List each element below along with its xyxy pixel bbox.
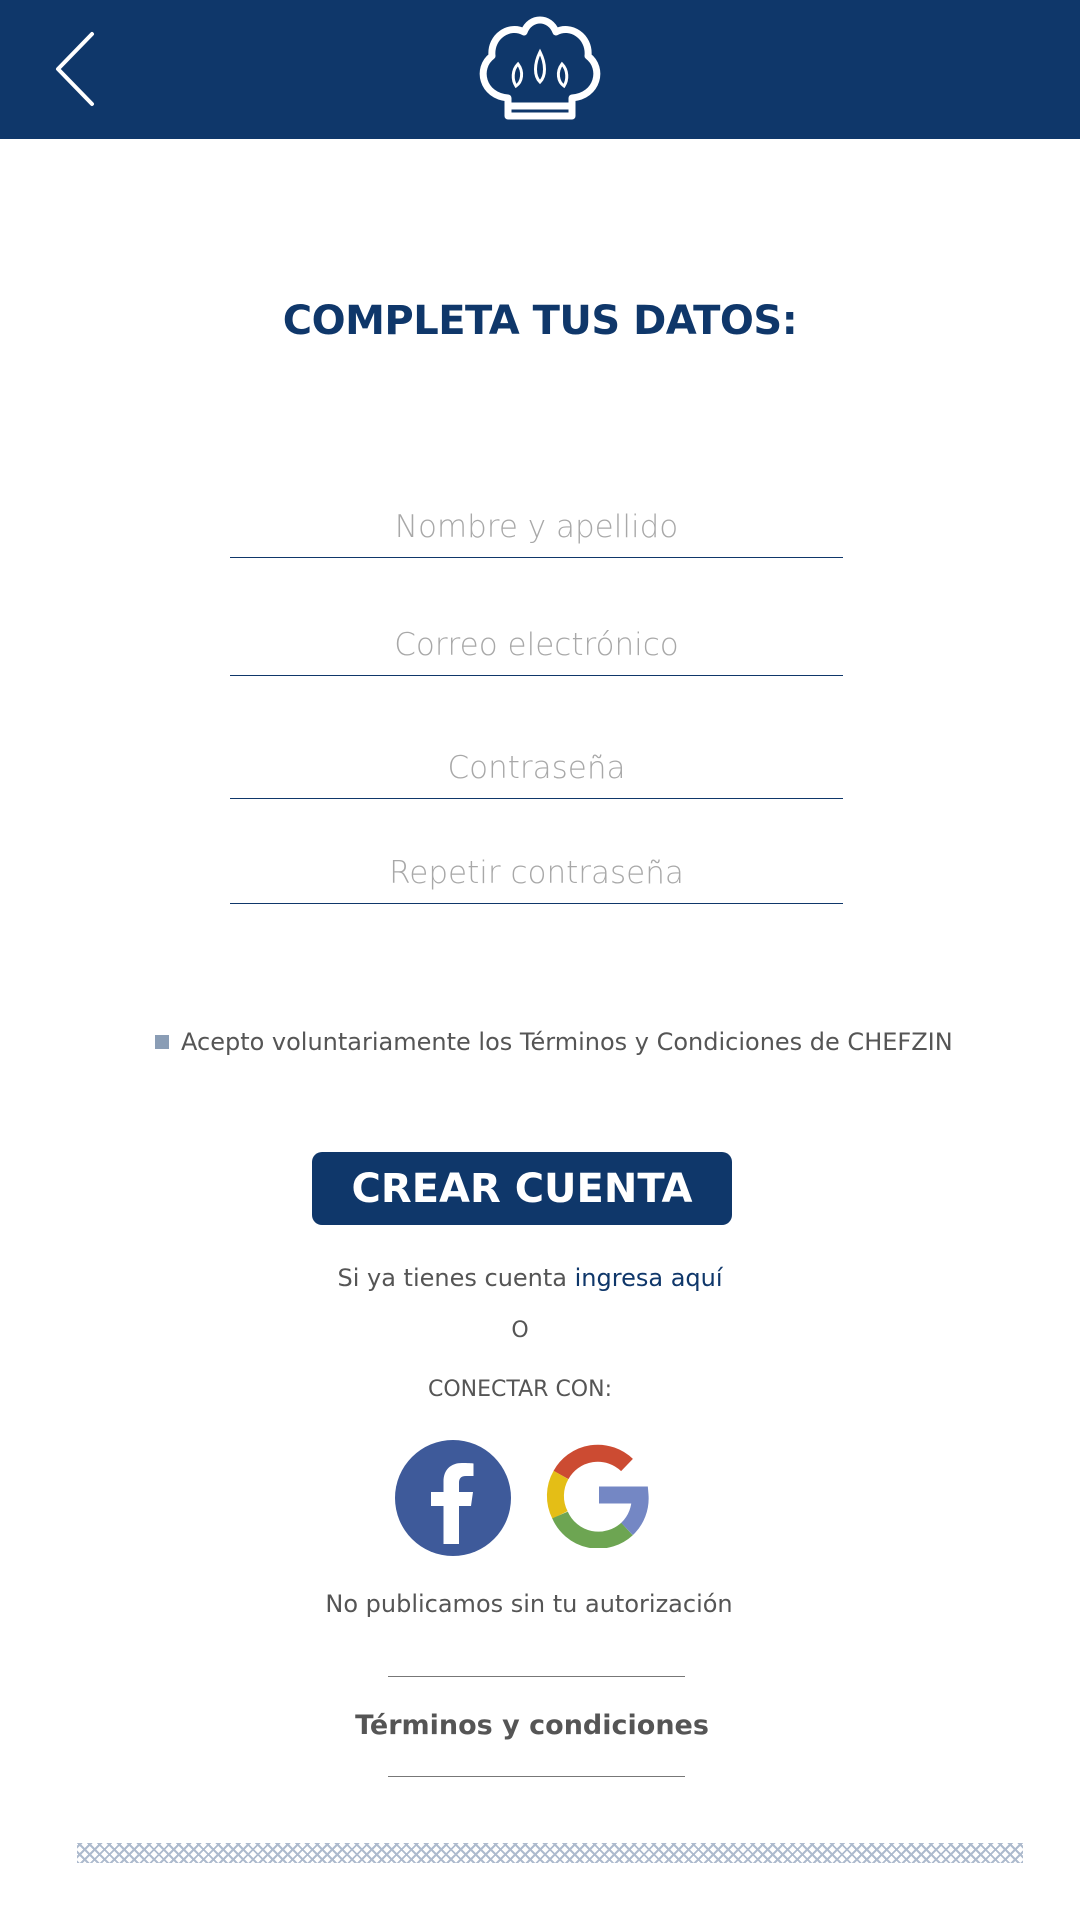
terms-checkbox-row[interactable]: Acepto voluntariamente los Términos y Co… (155, 1028, 953, 1056)
login-prompt: Si ya tienes cuenta ingresa aquí (0, 1264, 1060, 1292)
google-button[interactable] (545, 1443, 650, 1549)
login-prompt-text: Si ya tienes cuenta (337, 1264, 567, 1292)
password-input[interactable] (230, 738, 843, 799)
divider-top (388, 1676, 685, 1677)
privacy-note: No publicamos sin tu autorización (325, 1590, 733, 1618)
terms-checkbox-label: Acepto voluntariamente los Términos y Co… (181, 1028, 953, 1056)
email-input[interactable] (230, 615, 843, 676)
connect-with-label: CONECTAR CON: (427, 1377, 612, 1402)
page-title: COMPLETA TUS DATOS: (282, 298, 798, 344)
or-divider: O (511, 1318, 529, 1343)
create-account-button[interactable]: CREAR CUENTA (312, 1152, 732, 1225)
divider-bottom (388, 1776, 685, 1777)
login-link[interactable]: ingresa aquí (575, 1264, 723, 1292)
facebook-icon (431, 1463, 474, 1544)
terms-link[interactable]: Términos y condiciones (0, 1710, 1064, 1741)
repeat-password-input[interactable] (230, 843, 843, 904)
google-icon (546, 1444, 649, 1549)
chef-hat-icon (470, 12, 610, 126)
name-input[interactable] (230, 497, 843, 558)
decorative-pattern (77, 1843, 1023, 1863)
back-button[interactable] (44, 22, 114, 112)
facebook-button[interactable] (395, 1440, 511, 1556)
app-header (0, 0, 1080, 139)
chevron-left-icon (56, 32, 94, 106)
terms-checkbox[interactable] (155, 1035, 169, 1049)
